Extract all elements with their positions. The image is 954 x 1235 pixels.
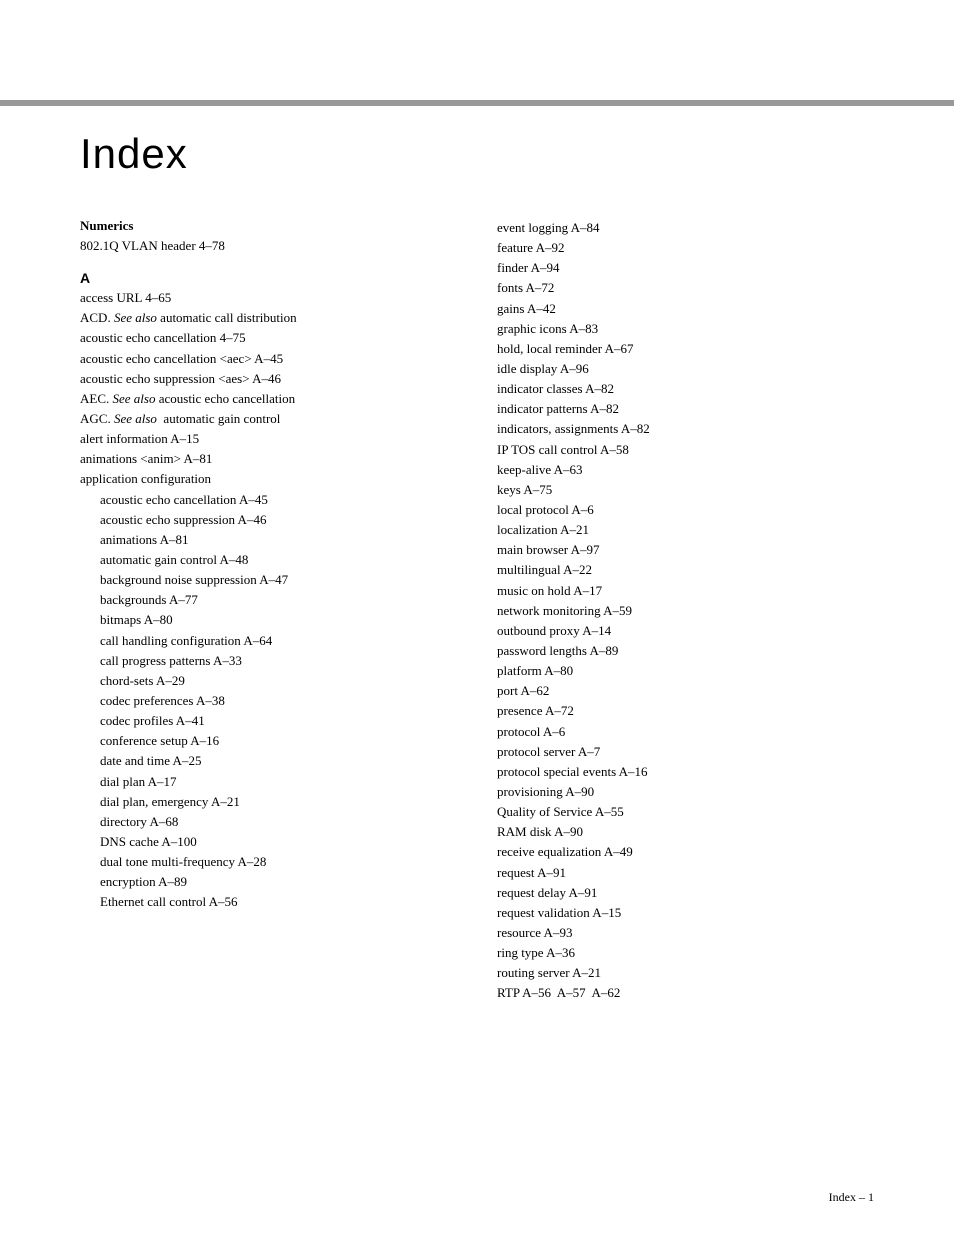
entry-alert: alert information A–15	[80, 429, 457, 449]
entry-ram-disk: RAM disk A–90	[497, 822, 874, 842]
subentry-aes-a46: acoustic echo suppression A–46	[80, 510, 457, 530]
subentry-bitmaps-a80: bitmaps A–80	[80, 610, 457, 630]
entry-password-lengths: password lengths A–89	[497, 641, 874, 661]
subentry-dns-a100: DNS cache A–100	[80, 832, 457, 852]
entry-aes-a46: acoustic echo suppression <aes> A–46	[80, 369, 457, 389]
subentry-ethernet-a56: Ethernet call control A–56	[80, 892, 457, 912]
subentry-aec-a45: acoustic echo cancellation A–45	[80, 490, 457, 510]
entry-ip-tos: IP TOS call control A–58	[497, 440, 874, 460]
entry-protocol-server: protocol server A–7	[497, 742, 874, 762]
subentry-bg-a77: backgrounds A–77	[80, 590, 457, 610]
left-column: Numerics 802.1Q VLAN header 4–78 A acces…	[80, 218, 457, 913]
entry-receive-eq: receive equalization A–49	[497, 842, 874, 862]
entry-802: 802.1Q VLAN header 4–78	[80, 236, 457, 256]
subentry-dtmf-a28: dual tone multi-frequency A–28	[80, 852, 457, 872]
entry-indicator-patterns: indicator patterns A–82	[497, 399, 874, 419]
entry-idle-display: idle display A–96	[497, 359, 874, 379]
entry-platform: platform A–80	[497, 661, 874, 681]
entry-protocol: protocol A–6	[497, 722, 874, 742]
entry-hold: hold, local reminder A–67	[497, 339, 874, 359]
subentry-encrypt-a89: encryption A–89	[80, 872, 457, 892]
subentry-bgn-a47: background noise suppression A–47	[80, 570, 457, 590]
entry-agc-seealso: AGC. See also automatic gain control	[80, 409, 457, 429]
entry-protocol-special-events: protocol special events A–16	[497, 762, 874, 782]
entry-feature: feature A–92	[497, 238, 874, 258]
entry-keys: keys A–75	[497, 480, 874, 500]
subentry-animations-a81: animations A–81	[80, 530, 457, 550]
entry-localization: localization A–21	[497, 520, 874, 540]
entry-request-validation: request validation A–15	[497, 903, 874, 923]
entry-graphic-icons: graphic icons A–83	[497, 319, 874, 339]
entry-network-monitoring: network monitoring A–59	[497, 601, 874, 621]
subentry-date-a25: date and time A–25	[80, 751, 457, 771]
entry-music-on-hold: music on hold A–17	[497, 581, 874, 601]
entry-routing-server: routing server A–21	[497, 963, 874, 983]
entry-aec-a45: acoustic echo cancellation <aec> A–45	[80, 349, 457, 369]
subentry-dial-emerg-a21: dial plan, emergency A–21	[80, 792, 457, 812]
entry-resource: resource A–93	[497, 923, 874, 943]
entry-animations: animations <anim> A–81	[80, 449, 457, 469]
entry-provisioning: provisioning A–90	[497, 782, 874, 802]
entry-ring-type: ring type A–36	[497, 943, 874, 963]
entry-fonts: fonts A–72	[497, 278, 874, 298]
entry-app-config: application configuration	[80, 469, 457, 489]
subentry-conf-a16: conference setup A–16	[80, 731, 457, 751]
right-column: event logging A–84 feature A–92 finder A…	[497, 218, 874, 1003]
subentry-chord-a29: chord-sets A–29	[80, 671, 457, 691]
entry-event-logging: event logging A–84	[497, 218, 874, 238]
subentry-agc-a48: automatic gain control A–48	[80, 550, 457, 570]
entry-access-url: access URL 4–65	[80, 288, 457, 308]
page-title: Index	[80, 130, 874, 178]
entry-indicators-assign: indicators, assignments A–82	[497, 419, 874, 439]
numerics-header: Numerics	[80, 218, 457, 234]
entry-request: request A–91	[497, 863, 874, 883]
entry-main-browser: main browser A–97	[497, 540, 874, 560]
letter-a: A	[80, 270, 457, 286]
entry-rtp: RTP A–56 A–57 A–62	[497, 983, 874, 1003]
entry-gains: gains A–42	[497, 299, 874, 319]
entry-aec-seealso: AEC. See also acoustic echo cancellation	[80, 389, 457, 409]
subentry-dial-a17: dial plan A–17	[80, 772, 457, 792]
entry-qos: Quality of Service A–55	[497, 802, 874, 822]
page-footer: Index – 1	[829, 1190, 874, 1205]
entry-local-protocol: local protocol A–6	[497, 500, 874, 520]
content-area: Index Numerics 802.1Q VLAN header 4–78 A…	[0, 0, 954, 1063]
top-bar-decoration	[0, 100, 954, 106]
subentry-call-handling-a64: call handling configuration A–64	[80, 631, 457, 651]
entry-multilingual: multilingual A–22	[497, 560, 874, 580]
entry-finder: finder A–94	[497, 258, 874, 278]
entry-keep-alive: keep-alive A–63	[497, 460, 874, 480]
subentry-directory-a68: directory A–68	[80, 812, 457, 832]
entry-outbound-proxy: outbound proxy A–14	[497, 621, 874, 641]
entry-port: port A–62	[497, 681, 874, 701]
subentry-codec-pref-a38: codec preferences A–38	[80, 691, 457, 711]
subentry-codec-prof-a41: codec profiles A–41	[80, 711, 457, 731]
entry-aec-4-75: acoustic echo cancellation 4–75	[80, 328, 457, 348]
page-container: Index Numerics 802.1Q VLAN header 4–78 A…	[0, 0, 954, 1235]
index-layout: Numerics 802.1Q VLAN header 4–78 A acces…	[80, 218, 874, 1003]
subentry-call-progress-a33: call progress patterns A–33	[80, 651, 457, 671]
entry-request-delay: request delay A–91	[497, 883, 874, 903]
entry-presence: presence A–72	[497, 701, 874, 721]
entry-indicator-classes: indicator classes A–82	[497, 379, 874, 399]
entry-acd: ACD. See also automatic call distributio…	[80, 308, 457, 328]
